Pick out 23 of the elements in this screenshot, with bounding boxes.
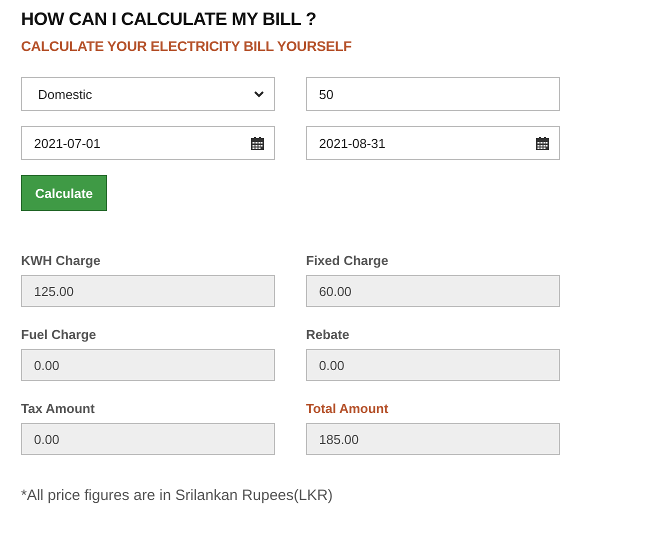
page-heading: HOW CAN I CALCULATE MY BILL ? xyxy=(21,8,318,31)
date-field[interactable]: 2021-07-01 xyxy=(21,126,275,160)
page-subheading: CALCULATE YOUR ELECTRICITY BILL YOURSELF xyxy=(21,37,353,56)
result-field[interactable]: 185.00 xyxy=(306,423,560,455)
chevron-down-icon xyxy=(254,90,264,98)
footnote: *All price figures are in Srilankan Rupees(LKR) xyxy=(21,487,334,506)
units-input[interactable]: 50 xyxy=(306,77,560,111)
date-field[interactable]: 2021-08-31 xyxy=(306,126,560,160)
tariff-select[interactable]: Domestic xyxy=(21,77,275,111)
result-field[interactable]: 60.00 xyxy=(306,275,560,307)
calendar-icon[interactable] xyxy=(536,136,549,150)
result-field[interactable]: 0.00 xyxy=(21,423,275,455)
field-label: Tax Amount xyxy=(21,401,96,417)
field-label: KWH Charge xyxy=(21,253,102,269)
result-field[interactable]: 0.00 xyxy=(306,349,560,381)
field-label: Total Amount xyxy=(306,401,390,417)
field-label: Fixed Charge xyxy=(306,253,390,269)
field-label: Fuel Charge xyxy=(21,327,98,343)
result-field[interactable]: 125.00 xyxy=(21,275,275,307)
result-field[interactable]: 0.00 xyxy=(21,349,275,381)
field-label: Rebate xyxy=(306,327,350,343)
calendar-icon[interactable] xyxy=(251,136,264,150)
calculate-button[interactable]: Calculate xyxy=(21,175,107,211)
